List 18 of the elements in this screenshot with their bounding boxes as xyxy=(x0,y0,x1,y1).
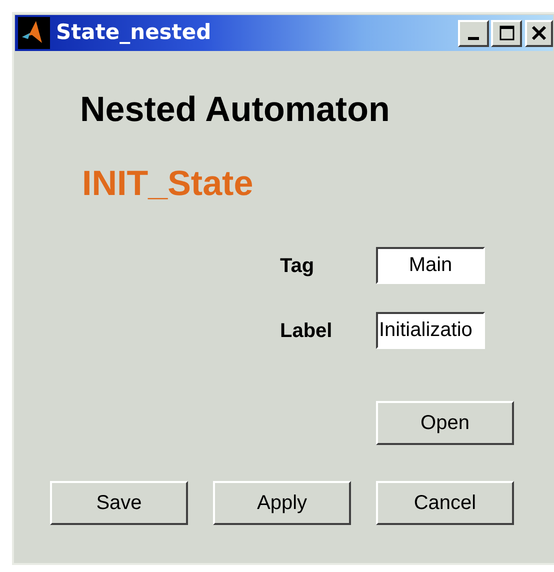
field-label: Tag xyxy=(280,254,316,278)
open-button[interactable]: Open xyxy=(376,401,514,445)
dialog-button[interactable]: Save xyxy=(50,481,188,525)
dialog-button[interactable]: Apply xyxy=(213,481,351,525)
window-title: State_nested xyxy=(56,19,212,46)
maximize-icon xyxy=(498,25,514,41)
close-icon xyxy=(531,25,547,41)
dialog-button[interactable]: Cancel xyxy=(376,481,514,525)
text-field[interactable]: Initializatio xyxy=(376,312,485,349)
text-field[interactable]: Main xyxy=(376,247,485,284)
minimize-button[interactable] xyxy=(458,20,489,46)
state-name: INIT_State xyxy=(82,163,254,205)
minimize-icon xyxy=(468,36,479,40)
heading: Nested Automaton xyxy=(80,89,391,131)
close-button[interactable] xyxy=(525,20,553,46)
maximize-button[interactable] xyxy=(491,20,522,46)
field-label: Label xyxy=(280,318,334,344)
app-icon xyxy=(18,17,50,49)
